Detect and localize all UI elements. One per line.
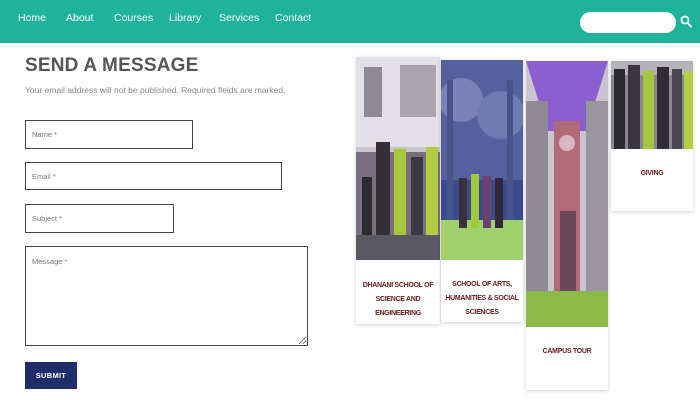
form-subtitle: Your email address will not be published… (25, 85, 286, 95)
card-science-engineering-image (356, 57, 440, 260)
card-giving-label: GIVING (640, 170, 664, 177)
card-arts-humanities-label: SCHOOL OF ARTS, HUMANITIES & SOCIAL SCIE… (445, 281, 519, 316)
nav-services-link[interactable]: Services (219, 12, 259, 24)
card-campus-tour-image (526, 61, 608, 327)
card-giving-image (611, 61, 693, 149)
top-nav-bar: Home About Courses Library Services Cont… (0, 0, 700, 43)
card-arts-humanities[interactable]: SCHOOL OF ARTS, HUMANITIES & SOCIAL SCIE… (441, 60, 523, 322)
nav-about-link[interactable]: About (66, 12, 93, 24)
card-campus-tour[interactable]: CAMPUS TOUR (526, 61, 608, 390)
search-icon[interactable] (680, 15, 692, 28)
email-field[interactable] (25, 162, 282, 190)
card-giving[interactable]: GIVING (611, 61, 693, 211)
card-science-engineering-label: DHANANI SCHOOL OF SCIENCE AND ENGINEERIN… (362, 282, 434, 317)
nav-home-link[interactable]: Home (18, 12, 46, 24)
submit-button[interactable]: SUBMIT (25, 362, 77, 389)
search-input[interactable] (580, 12, 676, 33)
card-campus-tour-label: CAMPUS TOUR (542, 348, 592, 355)
card-science-engineering[interactable]: DHANANI SCHOOL OF SCIENCE AND ENGINEERIN… (356, 57, 440, 324)
nav-library-link[interactable]: Library (169, 12, 201, 24)
subject-field[interactable] (25, 204, 174, 233)
card-arts-humanities-image (441, 60, 523, 260)
name-field[interactable] (25, 120, 193, 149)
nav-courses-link[interactable]: Courses (114, 12, 153, 24)
message-textarea[interactable] (25, 246, 308, 346)
form-title: SEND A MESSAGE (25, 55, 199, 76)
nav-contact-link[interactable]: Contact (275, 12, 311, 24)
